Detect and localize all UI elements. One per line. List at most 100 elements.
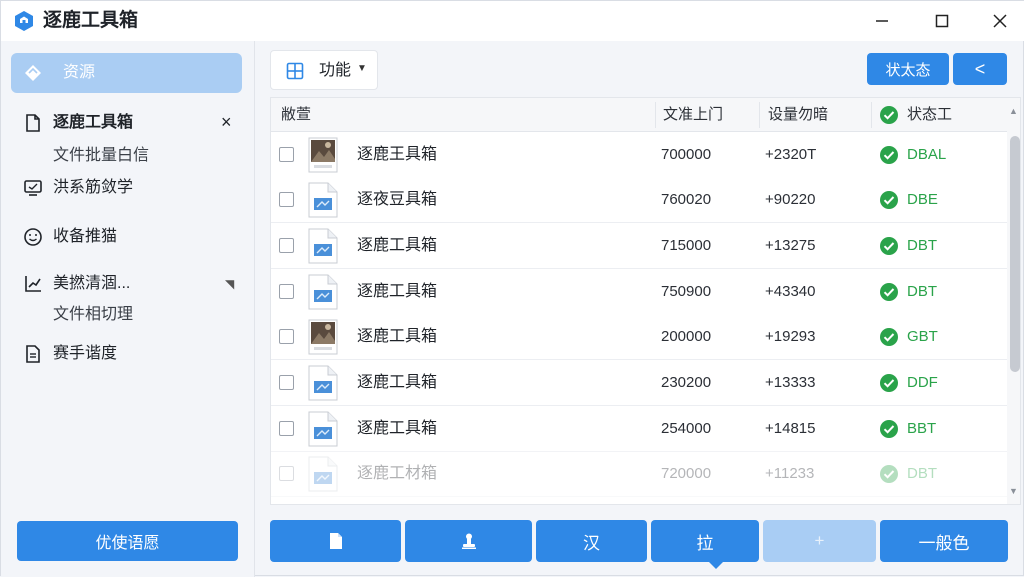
status-icon-wrap	[879, 327, 899, 347]
chinese-button[interactable]: 汉	[536, 520, 647, 562]
status-icon-wrap	[879, 419, 899, 439]
sidebar-item-collect[interactable]: 收备推猫	[1, 222, 255, 252]
document-icon	[26, 345, 40, 363]
file-delta: +19293	[765, 328, 816, 345]
vertical-scrollbar[interactable]: ▲ ▼	[1007, 98, 1020, 504]
column-header-status[interactable]: 状态工	[907, 106, 952, 124]
chart-icon	[25, 276, 41, 292]
caret-down-icon: ▼	[357, 63, 367, 74]
file-icon	[308, 274, 338, 310]
file-delta: +13333	[765, 374, 816, 391]
sidebar-bottom-button[interactable]: 优使语愿	[17, 521, 238, 561]
file-name: 逐鹿工材箱	[357, 465, 438, 482]
scroll-up-icon[interactable]: ▲	[1009, 106, 1018, 116]
file-name: 逐鹿工具箱	[357, 420, 438, 437]
row-checkbox[interactable]	[279, 329, 294, 344]
table-row[interactable]: 逐鹿工具箱 750900 +43340 DBT	[271, 269, 1007, 315]
grid-icon	[286, 62, 304, 80]
table-row[interactable]: 逐鹿王具箱 700000 +2320T DBAL	[271, 132, 1007, 178]
file-thumbnail	[308, 274, 338, 310]
column-divider	[655, 102, 656, 128]
file-icon	[329, 533, 342, 549]
status-icon-wrap	[879, 464, 899, 484]
file-thumbnail	[308, 365, 338, 401]
back-button[interactable]: <	[953, 53, 1007, 85]
minimize-button[interactable]	[867, 7, 897, 35]
file-icon	[308, 365, 338, 401]
status-text: DBE	[907, 191, 938, 208]
stamp-icon	[461, 533, 476, 549]
check-circle-icon	[880, 106, 898, 124]
table-row[interactable]: 逐鹿工具箱 200000 +19293 GBT	[271, 314, 1007, 360]
status-icon-wrap	[879, 282, 899, 302]
close-button[interactable]	[985, 7, 1015, 35]
add-button[interactable]: +	[763, 520, 876, 562]
image-icon	[308, 137, 338, 173]
smile-icon	[24, 228, 42, 246]
maximize-button[interactable]	[927, 7, 957, 35]
sidebar-item-close-button[interactable]: ×	[221, 112, 232, 132]
function-menu-button[interactable]: 功能 ▼	[270, 50, 378, 90]
file-delta: +43340	[765, 283, 816, 300]
row-checkbox[interactable]	[279, 284, 294, 299]
check-circle-icon	[880, 237, 898, 255]
status-icon-wrap	[879, 373, 899, 393]
minimize-icon	[876, 20, 888, 22]
sidebar-item-label: 赛手谐度	[53, 345, 118, 362]
status-text: BBT	[907, 420, 937, 437]
column-header-size[interactable]: 文准上门	[663, 106, 723, 124]
file-thumbnail	[308, 137, 338, 173]
sidebar-item-label: 逐鹿工具箱	[53, 114, 134, 131]
file-thumbnail	[308, 319, 338, 355]
row-checkbox[interactable]	[279, 192, 294, 207]
sidebar-subitem-files[interactable]: 文件相切理	[53, 305, 133, 325]
pull-button[interactable]: 拉	[651, 520, 759, 569]
column-divider	[871, 102, 872, 128]
file-size: 720000	[661, 465, 712, 482]
file-name: 逐夜豆具箱	[357, 191, 438, 208]
new-file-button[interactable]	[270, 520, 401, 562]
sidebar-item-label: 洪系筋敛学	[53, 179, 134, 196]
scroll-thumb[interactable]	[1010, 136, 1020, 372]
table-row[interactable]: 逐鹿工材箱 720000 +11233 DBT	[271, 451, 1007, 497]
row-checkbox[interactable]	[279, 238, 294, 253]
check-circle-icon	[880, 328, 898, 346]
sidebar-item-resources[interactable]: 资源	[11, 53, 242, 93]
file-thumbnail	[308, 182, 338, 218]
file-icon	[308, 456, 338, 492]
column-header-name[interactable]: 敝萱	[281, 106, 311, 124]
sidebar-item-toolbox[interactable]: 逐鹿工具箱 ×	[1, 108, 255, 138]
row-checkbox[interactable]	[279, 375, 294, 390]
general-button[interactable]: 一般色	[880, 520, 1008, 562]
file-table: 敝萱 文准上门 设量勿暗 状态工 逐鹿王具箱 700000 +2320T DBAL 逐夜…	[270, 97, 1021, 505]
column-header-delta[interactable]: 设量勿暗	[768, 106, 828, 124]
sidebar-item-chart[interactable]: 美撚清涸... ◥	[1, 269, 255, 299]
table-row[interactable]: 逐鹿工具箱 254000 +14815 BBT	[271, 406, 1007, 452]
table-row[interactable]: 逐鹿工具箱 230200 +13333 DDF	[271, 360, 1007, 406]
stamp-button[interactable]	[405, 520, 532, 562]
app-title: 逐鹿工具箱	[43, 10, 139, 31]
monitor-icon	[24, 180, 42, 196]
close-icon	[993, 14, 1007, 28]
column-divider	[759, 102, 760, 128]
file-icon	[308, 411, 338, 447]
row-checkbox[interactable]	[279, 421, 294, 436]
file-delta: +2320T	[765, 146, 817, 163]
app-logo-icon	[15, 11, 33, 31]
row-checkbox[interactable]	[279, 147, 294, 162]
file-delta: +90220	[765, 191, 816, 208]
chevron-icon: ◥	[225, 277, 235, 291]
table-row[interactable]: 逐鹿工具箱 715000 +13275 DBT	[271, 223, 1007, 269]
row-checkbox[interactable]	[279, 466, 294, 481]
table-row[interactable]: 逐夜豆具箱 760020 +90220 DBE	[271, 177, 1007, 223]
sidebar: 资源 逐鹿工具箱 × 文件批量白信 洪系筋敛学 收备推猫 美撚清涸... ◥ 文…	[1, 41, 255, 577]
sidebar-item-monitor[interactable]: 洪系筋敛学	[1, 173, 255, 203]
scroll-down-icon[interactable]: ▼	[1009, 486, 1018, 496]
sidebar-subitem-batch[interactable]: 文件批量白信	[53, 146, 149, 166]
file-name: 逐鹿工具箱	[357, 374, 438, 391]
status-button[interactable]: 状太态	[867, 53, 949, 85]
file-icon	[26, 114, 40, 132]
sidebar-item-document[interactable]: 赛手谐度	[1, 339, 255, 369]
file-size: 200000	[661, 328, 712, 345]
sidebar-item-label: 收备推猫	[53, 228, 118, 245]
